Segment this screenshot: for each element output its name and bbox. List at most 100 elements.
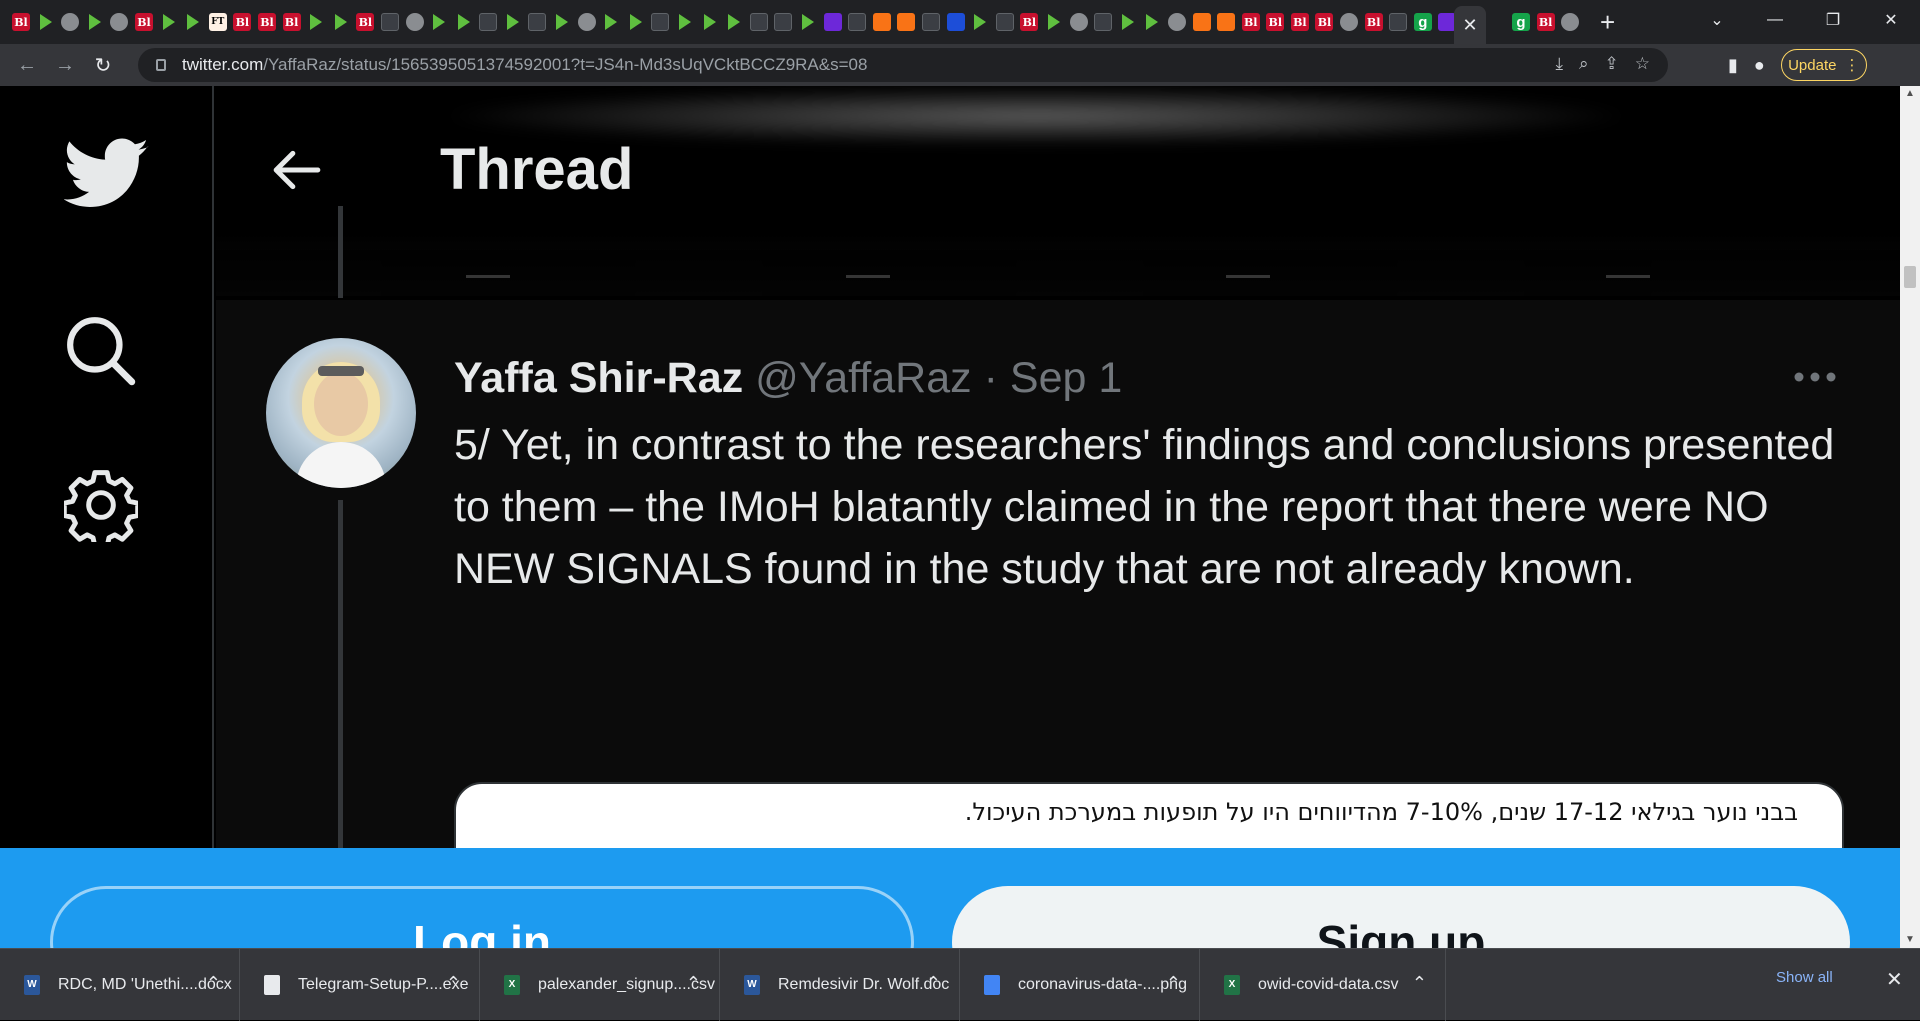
retweet-icon[interactable] xyxy=(846,260,890,278)
download-menu-chevron-icon[interactable]: ⌃ xyxy=(926,973,941,994)
tab-favicon-play-icon[interactable] xyxy=(37,13,55,31)
tab-favicon-bi-icon[interactable]: Bl xyxy=(1536,13,1555,31)
tab-favicon-generic-icon[interactable] xyxy=(651,13,670,31)
tab-favicon-play-icon[interactable] xyxy=(602,13,620,31)
tab-favicon-generic-icon[interactable] xyxy=(528,13,547,31)
signup-button[interactable]: Sign up xyxy=(952,886,1850,948)
tab-favicon-globe-icon[interactable] xyxy=(1069,13,1088,31)
address-bar[interactable]: twitter.com/YaffaRaz/status/156539505137… xyxy=(138,48,1668,82)
close-window-icon[interactable]: ✕ xyxy=(1862,10,1920,30)
scroll-down-icon[interactable]: ▼ xyxy=(1900,932,1920,948)
tab-favicon-bi-icon[interactable]: Bl xyxy=(1020,13,1039,31)
search-icon[interactable] xyxy=(64,314,138,388)
tab-search-icon[interactable]: ⌄ xyxy=(1688,10,1746,30)
tab-favicon-bi-icon[interactable]: Bl xyxy=(233,13,252,31)
download-item[interactable]: W Remdesivir Dr. Wolf.doc ⌃ xyxy=(720,948,960,1021)
tab-favicon-bi-icon[interactable]: Bl xyxy=(1290,13,1309,31)
tab-favicon-play-icon[interactable] xyxy=(676,13,694,31)
minimize-icon[interactable]: — xyxy=(1746,11,1804,29)
tab-favicon-ft-icon[interactable]: FT xyxy=(208,13,227,31)
tab-favicon-play-icon[interactable] xyxy=(86,13,104,31)
tab-favicon-play-icon[interactable] xyxy=(455,13,473,31)
back-arrow-icon[interactable] xyxy=(272,148,322,192)
download-item[interactable]: Xowid-covid-data.csv ⌃ xyxy=(1200,948,1446,1021)
download-menu-chevron-icon[interactable]: ⌃ xyxy=(446,973,461,994)
tab-favicon-globe-icon[interactable] xyxy=(1561,13,1580,31)
tab-favicon-generic-icon[interactable] xyxy=(1094,13,1113,31)
tab-favicon-orange-icon[interactable] xyxy=(897,13,916,31)
tab-favicon-generic-icon[interactable] xyxy=(380,13,399,31)
tab-favicon-green-icon[interactable]: g xyxy=(1512,13,1530,31)
tab-favicon-play-icon[interactable] xyxy=(799,13,817,31)
tab-favicon-play-icon[interactable] xyxy=(553,13,571,31)
reply-icon[interactable] xyxy=(466,260,510,278)
tab-favicon-globe-icon[interactable] xyxy=(577,13,596,31)
tab-favicon-generic-icon[interactable] xyxy=(749,13,768,31)
tab-favicon-generic-icon[interactable] xyxy=(848,13,867,31)
tab-favicon-play-icon[interactable] xyxy=(1119,13,1137,31)
tab-favicon-play-icon[interactable] xyxy=(160,13,178,31)
scroll-thumb[interactable] xyxy=(1904,266,1916,288)
zoom-icon[interactable]: ⌕ xyxy=(1579,54,1589,74)
tab-favicon-play-icon[interactable] xyxy=(1143,13,1161,31)
lock-icon[interactable] xyxy=(156,59,166,71)
close-downloads-icon[interactable]: ✕ xyxy=(1886,967,1903,992)
avatar[interactable] xyxy=(266,338,416,488)
more-options-icon[interactable] xyxy=(1792,370,1838,384)
tab-favicon-play-icon[interactable] xyxy=(725,13,743,31)
login-button[interactable]: Log in xyxy=(50,886,914,948)
download-menu-chevron-icon[interactable]: ⌃ xyxy=(206,973,221,994)
download-item[interactable]: Telegram-Setup-P....exe ⌃ xyxy=(240,948,480,1021)
tab-favicon-play-icon[interactable] xyxy=(1045,13,1063,31)
like-icon[interactable] xyxy=(1226,260,1270,278)
tab-favicon-generic-icon[interactable] xyxy=(774,13,793,31)
tab-favicon-play-icon[interactable] xyxy=(701,13,719,31)
scroll-up-icon[interactable]: ▲ xyxy=(1900,86,1920,102)
download-item[interactable]: coronavirus-data-....png ⌃ xyxy=(960,948,1200,1021)
author-handle[interactable]: @YaffaRaz xyxy=(755,354,972,402)
reload-icon[interactable]: ↻ xyxy=(84,53,122,78)
share-tweet-icon[interactable] xyxy=(1606,260,1650,278)
tab-favicon-globe-icon[interactable] xyxy=(110,13,129,31)
tab-favicon-generic-icon[interactable] xyxy=(995,13,1014,31)
tab-favicon-bi-icon[interactable]: Bl xyxy=(282,13,301,31)
side-panel-icon[interactable]: ▮ xyxy=(1728,55,1738,76)
update-button[interactable]: Update ⋮ xyxy=(1780,49,1867,81)
tab-favicon-blue-icon[interactable] xyxy=(946,13,965,31)
tab-favicon-orange-icon[interactable] xyxy=(872,13,891,31)
tab-favicon-play-icon[interactable] xyxy=(627,13,645,31)
download-menu-chevron-icon[interactable]: ⌃ xyxy=(1166,973,1181,994)
close-tab-icon[interactable]: ✕ xyxy=(1462,15,1477,36)
new-tab-button[interactable]: + xyxy=(1600,8,1615,36)
tab-favicon-purple-icon[interactable] xyxy=(823,13,842,31)
tab-favicon-play-icon[interactable] xyxy=(971,13,989,31)
author-name[interactable]: Yaffa Shir-Raz xyxy=(454,354,743,402)
back-icon[interactable]: ← xyxy=(8,54,46,77)
twitter-logo-icon[interactable] xyxy=(64,138,150,210)
download-menu-chevron-icon[interactable]: ⌃ xyxy=(1412,973,1427,994)
tab-favicon-bi-icon[interactable]: Bl xyxy=(257,13,276,31)
share-icon[interactable]: ⇪ xyxy=(1605,54,1619,74)
bookmark-star-icon[interactable]: ☆ xyxy=(1635,54,1650,74)
download-menu-chevron-icon[interactable]: ⌃ xyxy=(686,973,701,994)
tab-favicon-globe-icon[interactable] xyxy=(61,13,80,31)
tab-favicon-globe-icon[interactable] xyxy=(1340,13,1359,31)
tab-favicon-bi-icon[interactable]: Bl xyxy=(1266,13,1285,31)
tab-favicon-play-icon[interactable] xyxy=(332,13,350,31)
tab-favicon-generic-icon[interactable] xyxy=(1389,13,1408,31)
gear-icon[interactable] xyxy=(64,468,138,542)
page-scrollbar[interactable]: ▲ ▼ xyxy=(1900,86,1920,948)
tab-favicon-orange-icon[interactable] xyxy=(1192,13,1211,31)
restore-icon[interactable]: ❐ xyxy=(1804,10,1862,30)
profile-icon[interactable]: ● xyxy=(1754,55,1765,76)
tab-favicon-play-icon[interactable] xyxy=(430,13,448,31)
tab-favicon-bi-icon[interactable]: Bl xyxy=(1241,13,1260,31)
forward-icon[interactable]: → xyxy=(46,54,84,77)
tab-favicon-globe-icon[interactable] xyxy=(405,13,424,31)
tab-favicon-play-icon[interactable] xyxy=(307,13,325,31)
tab-favicon-generic-icon[interactable] xyxy=(921,13,940,31)
tab-favicon-bi-icon[interactable]: Bl xyxy=(1315,13,1334,31)
install-icon[interactable]: ⤓ xyxy=(1555,54,1563,74)
tab-favicon-green-icon[interactable]: g xyxy=(1413,13,1432,31)
tab-favicon-bi-icon[interactable]: Bl xyxy=(12,13,30,31)
